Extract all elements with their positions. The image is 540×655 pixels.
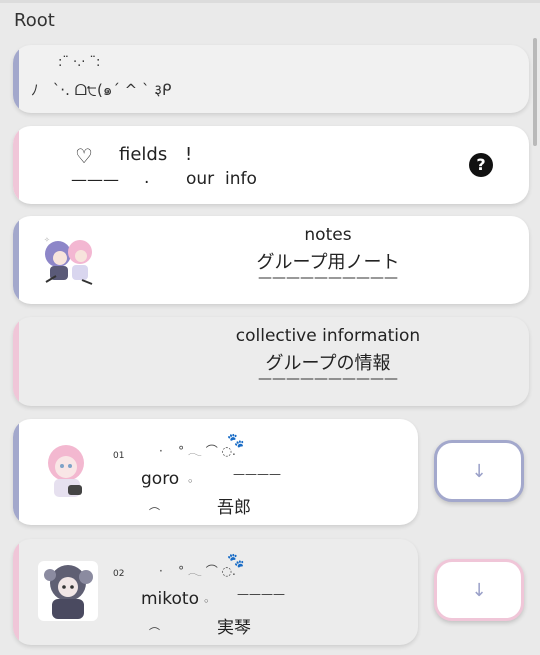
dot-decoration: . <box>144 168 150 188</box>
goro-avatar <box>38 439 98 501</box>
info-underline: —————————— <box>258 371 398 387</box>
collective-information-card[interactable]: collective information グループの情報 —————————… <box>13 317 529 406</box>
top-divider <box>0 0 540 3</box>
kaomoji-line-2: ﾉ `·. ᗝ੮(๑´ ^ ` ३ᑭ <box>31 81 172 99</box>
fields-label: fields <box>119 144 168 165</box>
mikoto-expand-button[interactable]: ↓ <box>434 559 524 621</box>
ring-decoration: ◦ <box>203 595 210 608</box>
exclamation-label: ! <box>185 144 193 165</box>
member-number: 02 <box>113 569 125 579</box>
card-accent <box>13 45 19 113</box>
down-arrow-icon: ↓ <box>471 460 487 482</box>
member-number: 01 <box>113 451 125 461</box>
member-name: goro <box>141 469 180 489</box>
ring-decoration: ◦ <box>187 475 194 488</box>
page-title: Root <box>14 10 55 31</box>
line-decoration: ———— <box>233 467 281 481</box>
card-accent <box>13 539 19 645</box>
help-icon[interactable]: ? <box>469 153 493 177</box>
member-card-mikoto[interactable]: 02 · ° 𓂃 ⌒ ◌. 🐾 mikoto ◦ ———— ︵ 実琴 <box>13 539 418 645</box>
fields-info-card[interactable]: ♡ fields ! ——— . our info ? <box>13 126 529 204</box>
line-decoration: ———— <box>237 587 285 601</box>
paw-icon: 🐾 <box>227 433 245 449</box>
paw-icon: 🐾 <box>227 553 245 569</box>
our-info-label: our info <box>186 169 257 189</box>
group-avatar: ✧ <box>38 232 100 288</box>
member-decoration: · ° 𓂃 ⌒ ◌. <box>159 564 236 578</box>
mikoto-avatar <box>38 561 98 621</box>
dash-decoration: ——— <box>71 170 119 189</box>
card-accent <box>13 317 19 406</box>
arc-decoration: ︵ <box>149 499 160 512</box>
arc-decoration: ︵ <box>149 619 160 632</box>
card-accent <box>13 126 19 204</box>
svg-text:✧: ✧ <box>44 236 50 244</box>
member-kanji: 吾郎 <box>217 498 251 518</box>
card-accent <box>13 216 19 304</box>
notes-title: notes <box>304 225 352 245</box>
heart-icon: ♡ <box>75 144 93 168</box>
notes-card[interactable]: ✧ notes グループ用ノート —————————— <box>13 216 529 304</box>
notes-underline: —————————— <box>258 270 398 286</box>
kaomoji-line-1: :¨ ·.· ¨: <box>58 55 101 70</box>
card-accent <box>13 419 19 525</box>
member-kanji: 実琴 <box>217 618 251 638</box>
member-name: mikoto <box>141 589 199 609</box>
scrollbar[interactable] <box>533 38 537 146</box>
member-card-goro[interactable]: 01 · ° 𓂃 ⌒ ◌. 🐾 goro ◦ ———— ︵ 吾郎 <box>13 419 418 525</box>
goro-expand-button[interactable]: ↓ <box>434 440 524 502</box>
down-arrow-icon: ↓ <box>471 579 487 601</box>
member-decoration: · ° 𓂃 ⌒ ◌. <box>159 444 236 458</box>
info-title: collective information <box>235 326 421 346</box>
kaomoji-card[interactable]: :¨ ·.· ¨: ﾉ `·. ᗝ੮(๑´ ^ ` ३ᑭ <box>13 45 529 113</box>
